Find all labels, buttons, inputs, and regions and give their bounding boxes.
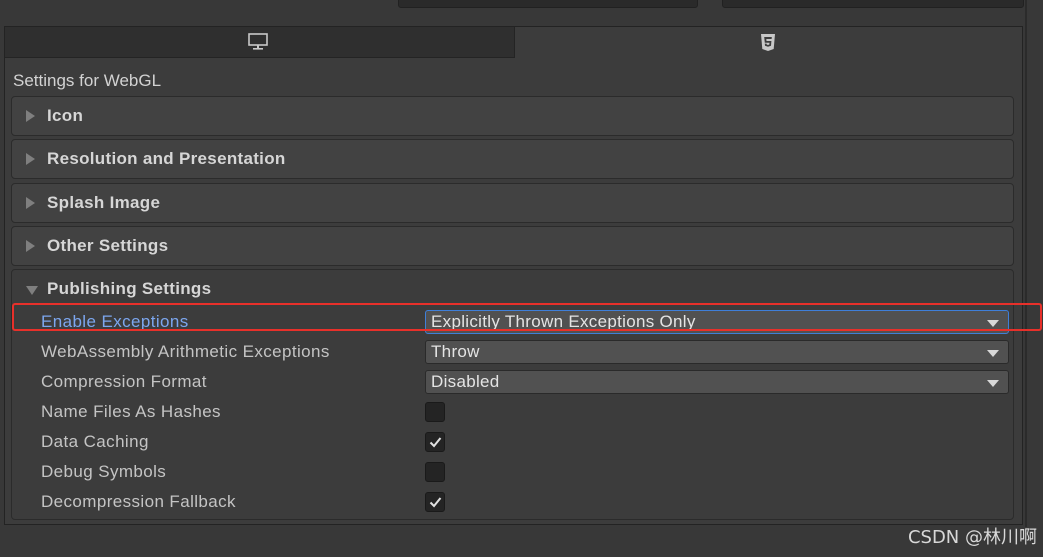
expand-arrow-icon: [26, 110, 35, 122]
row-name-files-as-hashes: Name Files As Hashes: [12, 398, 1013, 428]
checkmark-icon: [429, 497, 442, 508]
dropdown-caret-icon: [987, 380, 999, 387]
row-compression-format: Compression Format Disabled: [12, 368, 1013, 398]
wasm-arithmetic-dropdown[interactable]: Throw: [425, 340, 1009, 364]
enable-exceptions-dropdown[interactable]: Explicitly Thrown Exceptions Only: [425, 310, 1009, 334]
cut-field-left[interactable]: [398, 0, 698, 8]
collapse-arrow-icon: [26, 286, 38, 295]
dropdown-caret-icon: [987, 350, 999, 357]
row-debug-symbols: Debug Symbols: [12, 458, 1013, 488]
dropdown-value: Throw: [431, 342, 480, 361]
watermark-text: CSDN @林川啊: [907, 527, 1037, 548]
monitor-icon: [248, 33, 268, 50]
data-caching-checkbox[interactable]: [425, 432, 445, 452]
bottom-band: [0, 527, 1043, 557]
expand-arrow-icon: [26, 197, 35, 209]
top-strip: [0, 0, 1043, 24]
section-publishing-settings: Publishing Settings Enable Exceptions Ex…: [11, 269, 1014, 520]
settings-for-label: Settings for WebGL: [13, 71, 162, 90]
row-decompression-fallback: Decompression Fallback: [12, 488, 1013, 518]
section-icon[interactable]: Icon: [11, 96, 1014, 136]
dropdown-value: Disabled: [431, 372, 500, 391]
wasm-arithmetic-label: WebAssembly Arithmetic Exceptions: [41, 342, 330, 361]
section-title: Other Settings: [47, 236, 169, 255]
html5-icon: [761, 34, 775, 51]
row-data-caching: Data Caching: [12, 428, 1013, 458]
enable-exceptions-label: Enable Exceptions: [41, 312, 189, 331]
section-title: Publishing Settings: [47, 279, 212, 298]
cut-field-right[interactable]: [722, 0, 1024, 8]
name-files-as-hashes-label: Name Files As Hashes: [41, 402, 221, 421]
section-resolution-and-presentation[interactable]: Resolution and Presentation: [11, 139, 1014, 179]
compression-format-dropdown[interactable]: Disabled: [425, 370, 1009, 394]
section-splash-image[interactable]: Splash Image: [11, 183, 1014, 223]
section-title: Splash Image: [47, 193, 161, 212]
name-files-as-hashes-checkbox[interactable]: [425, 402, 445, 422]
expand-arrow-icon: [26, 153, 35, 165]
section-title: Resolution and Presentation: [47, 149, 286, 168]
dropdown-caret-icon: [987, 320, 999, 327]
compression-format-label: Compression Format: [41, 372, 207, 391]
section-title: Icon: [47, 106, 84, 125]
tab-webgl[interactable]: [515, 27, 1022, 58]
decompression-fallback-checkbox[interactable]: [425, 492, 445, 512]
section-other-settings[interactable]: Other Settings: [11, 226, 1014, 266]
decompression-fallback-label: Decompression Fallback: [41, 492, 236, 511]
checkmark-icon: [429, 437, 442, 448]
player-settings-panel: Settings for WebGL Icon Resolution and P…: [4, 26, 1023, 525]
row-webassembly-arithmetic-exceptions: WebAssembly Arithmetic Exceptions Throw: [12, 338, 1013, 368]
row-enable-exceptions: Enable Exceptions Explicitly Thrown Exce…: [12, 308, 1013, 338]
platform-tabs: [5, 27, 1022, 58]
publishing-settings-header[interactable]: Publishing Settings: [12, 270, 1013, 303]
scrollbar-edge: [1025, 0, 1027, 527]
data-caching-label: Data Caching: [41, 432, 149, 451]
debug-symbols-checkbox[interactable]: [425, 462, 445, 482]
debug-symbols-label: Debug Symbols: [41, 462, 167, 481]
expand-arrow-icon: [26, 240, 35, 252]
tab-standalone[interactable]: [5, 27, 515, 58]
dropdown-value: Explicitly Thrown Exceptions Only: [431, 312, 696, 331]
